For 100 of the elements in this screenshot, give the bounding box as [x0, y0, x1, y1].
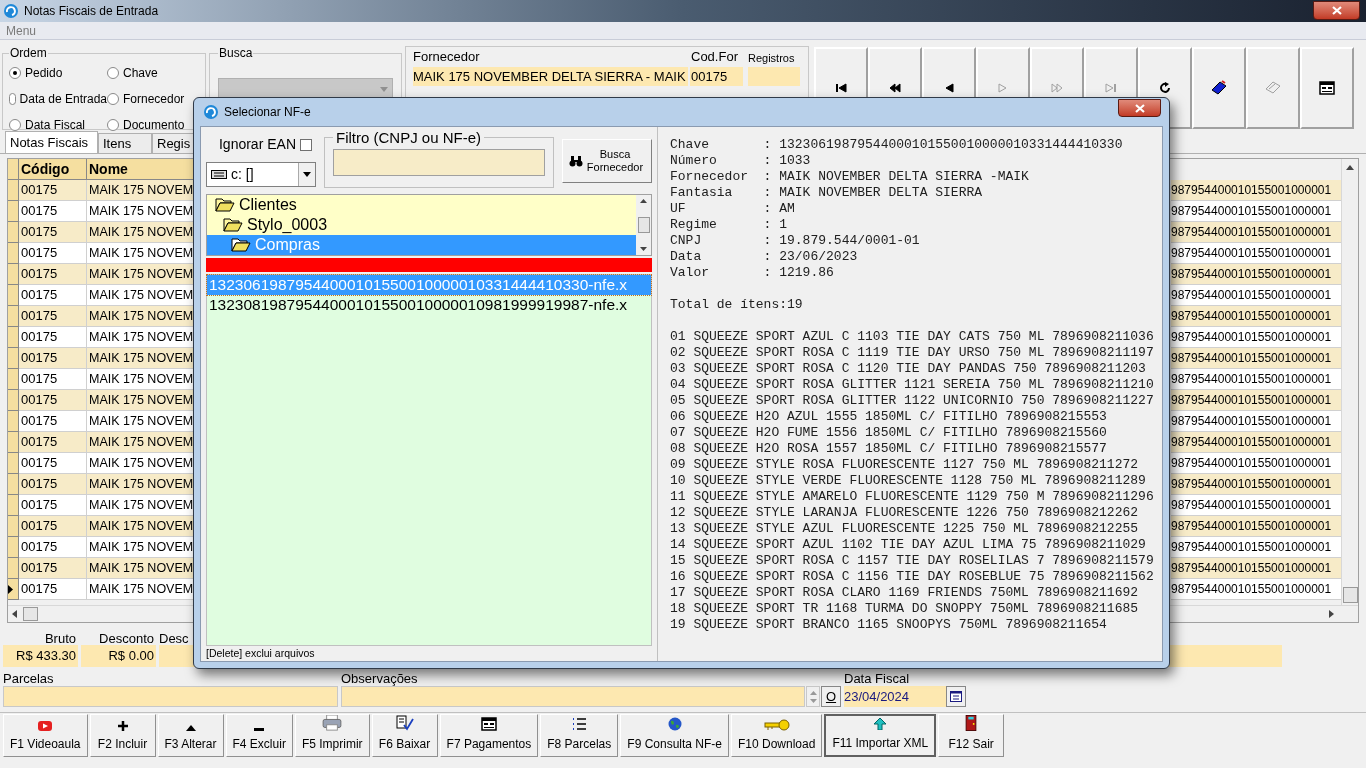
- tab[interactable]: Itens: [98, 133, 152, 153]
- checkbox[interactable]: [300, 138, 312, 151]
- radio-option[interactable]: Documento: [107, 116, 199, 134]
- drive-combo[interactable]: c: []: [206, 162, 316, 187]
- function-key-button[interactable]: F5 Imprimir: [294, 714, 370, 757]
- table-cell: 987954400010155001000001: [1171, 180, 1341, 201]
- folder-item[interactable]: Stylo_0003: [207, 215, 636, 235]
- function-key-button[interactable]: F9 Consulta NF-e: [620, 714, 729, 757]
- table-cell: 00175: [19, 222, 87, 243]
- spin-button[interactable]: [806, 686, 820, 707]
- ignore-ean-checkbox[interactable]: Ignorar EAN: [206, 134, 316, 155]
- vertical-scrollbar[interactable]: [636, 195, 651, 255]
- close-icon: [1331, 5, 1342, 15]
- table-cell: 00175: [19, 390, 87, 411]
- field-label: Observações: [341, 670, 419, 686]
- function-key-button[interactable]: F1 Videoaula: [3, 714, 88, 757]
- scroll-up-icon: [640, 199, 647, 203]
- search-supplier-button[interactable]: Busca Fornecedor: [562, 139, 652, 183]
- table-cell: 987954400010155001000001: [1171, 327, 1341, 348]
- observacoes-field[interactable]: [341, 686, 805, 707]
- folder-item[interactable]: Clientes: [207, 195, 636, 215]
- dialog-title: Selecionar NF-e: [224, 104, 311, 121]
- row-indicator[interactable]: [8, 579, 19, 600]
- function-key-button[interactable]: F10 Download: [731, 714, 823, 757]
- radio-button[interactable]: [107, 119, 119, 131]
- total-field: R$ 433.30: [3, 645, 78, 667]
- column-header[interactable]: Código: [19, 159, 87, 180]
- item-line: 02 SQUEEZE SPORT ROSA C 1119 TIE DAY URSO 750 ML 7896908211197: [670, 345, 1154, 361]
- item-line: 05 SQUEEZE SPORT ROSA GLITTER 1122 UNICORNIO 750 7896908211227: [670, 393, 1154, 409]
- detail-line: Fantasia : MAIK NOVEMBER DELTA SIERRA: [670, 185, 983, 201]
- table-cell: 00175: [19, 558, 87, 579]
- detail-line: Fornecedor : MAIK NOVEMBER DELTA SIERRA -MAIK: [670, 169, 1029, 185]
- table-cell: 00175: [19, 495, 87, 516]
- file-item[interactable]: 13230819879544000101550010000010981999919987-nfe.x: [207, 295, 651, 315]
- radio-button[interactable]: [9, 67, 21, 79]
- close-button[interactable]: [1313, 0, 1360, 20]
- door-icon: [965, 715, 978, 731]
- function-key-button[interactable]: F2 Incluir: [89, 714, 156, 757]
- function-key-button[interactable]: F4 Excluir: [225, 714, 293, 757]
- function-key-button[interactable]: F6 Baixar: [371, 714, 438, 757]
- table-cell: 987954400010155001000001: [1171, 264, 1341, 285]
- vertical-scrollbar[interactable]: [1341, 159, 1358, 605]
- table-cell: 987954400010155001000001: [1171, 348, 1341, 369]
- function-key-button[interactable]: F11 Importar XML: [824, 714, 937, 757]
- close-button[interactable]: [1118, 99, 1161, 117]
- radio-option[interactable]: Pedido: [9, 64, 107, 82]
- radio-button[interactable]: [9, 93, 16, 105]
- menu-item[interactable]: Menu: [6, 21, 37, 40]
- item-line: 07 SQUEEZE H2O FUME 1556 1850ML C/ FITILHO 7896908215560: [670, 425, 1107, 441]
- function-key-button[interactable]: F12 Sair: [938, 714, 1005, 757]
- table-cell: 987954400010155001000001: [1171, 516, 1341, 537]
- toolbar-button[interactable]: [1300, 47, 1354, 129]
- radio-option[interactable]: Fornecedor: [107, 90, 199, 108]
- group-title: Filtro (CNPJ ou NF-e): [335, 130, 482, 145]
- dropdown-arrow-icon: [303, 172, 311, 177]
- scroll-left-icon: [12, 610, 17, 618]
- detail-line: Data : 23/06/2023: [670, 249, 858, 265]
- supplier-field[interactable]: MAIK 175 NOVEMBER DELTA SIERRA - MAIK: [413, 67, 688, 86]
- scroll-thumb[interactable]: [23, 607, 38, 621]
- detail-line: UF : AM: [670, 201, 795, 217]
- table-cell: 00175: [19, 243, 87, 264]
- function-key-button[interactable]: F7 Pagamentos: [439, 714, 539, 757]
- parcelas-field[interactable]: [3, 686, 338, 707]
- radio-button[interactable]: [9, 119, 21, 131]
- table-cell: 987954400010155001000001: [1171, 411, 1341, 432]
- date-field[interactable]: 23/04/2024: [844, 686, 946, 707]
- detail-line: Número : 1033: [670, 153, 811, 169]
- radio-option[interactable]: Data de Entrada: [9, 90, 107, 108]
- toolbar-button[interactable]: [1192, 47, 1246, 129]
- table-cell: 00175: [19, 579, 87, 600]
- radio-button[interactable]: [107, 93, 119, 105]
- tab[interactable]: Notas Fiscais: [5, 131, 98, 153]
- calendar-button[interactable]: [946, 686, 966, 707]
- group-title: Busca: [218, 45, 254, 62]
- table-cell: 00175: [19, 369, 87, 390]
- close-icon: [1134, 103, 1145, 113]
- filter-field[interactable]: [333, 149, 545, 176]
- app-logo-icon: [3, 3, 19, 19]
- status-text: [Delete] exclui arquivos: [206, 646, 316, 661]
- o-button[interactable]: O: [821, 686, 841, 707]
- detail-line: Regime : 1: [670, 217, 788, 233]
- up-triangle-icon: [185, 725, 196, 731]
- function-key-button[interactable]: F3 Alterar: [157, 714, 224, 757]
- registros-field[interactable]: [748, 67, 800, 86]
- scroll-thumb[interactable]: [1342, 587, 1358, 603]
- folder-open-icon: [215, 198, 235, 212]
- radio-option[interactable]: Chave: [107, 64, 199, 82]
- table-cell: 00175: [19, 327, 87, 348]
- dropdown-arrow-icon: [380, 86, 388, 92]
- table-cell: 987954400010155001000001: [1171, 474, 1341, 495]
- table-cell: 987954400010155001000001: [1171, 369, 1341, 390]
- table-cell: 987954400010155001000001: [1171, 243, 1341, 264]
- radio-button[interactable]: [107, 67, 119, 79]
- supplier-code-field[interactable]: 00175: [690, 67, 743, 86]
- function-key-button[interactable]: F8 Parcelas: [540, 714, 619, 757]
- item-line: 04 SQUEEZE SPORT ROSA GLITTER 1121 SEREIA 750 ML 7896908211210: [670, 377, 1154, 393]
- detail-line: Valor : 1219.86: [670, 265, 834, 281]
- item-line: 10 SQUEEZE STYLE VERDE FLUORESCENTE 1128 750 ML 7896908211289: [670, 473, 1146, 489]
- item-line: 15 SQUEEZE SPORT ROSA C 1157 TIE DAY ROSELILAS 7 7896908211579: [670, 553, 1154, 569]
- drive-icon: [211, 170, 227, 179]
